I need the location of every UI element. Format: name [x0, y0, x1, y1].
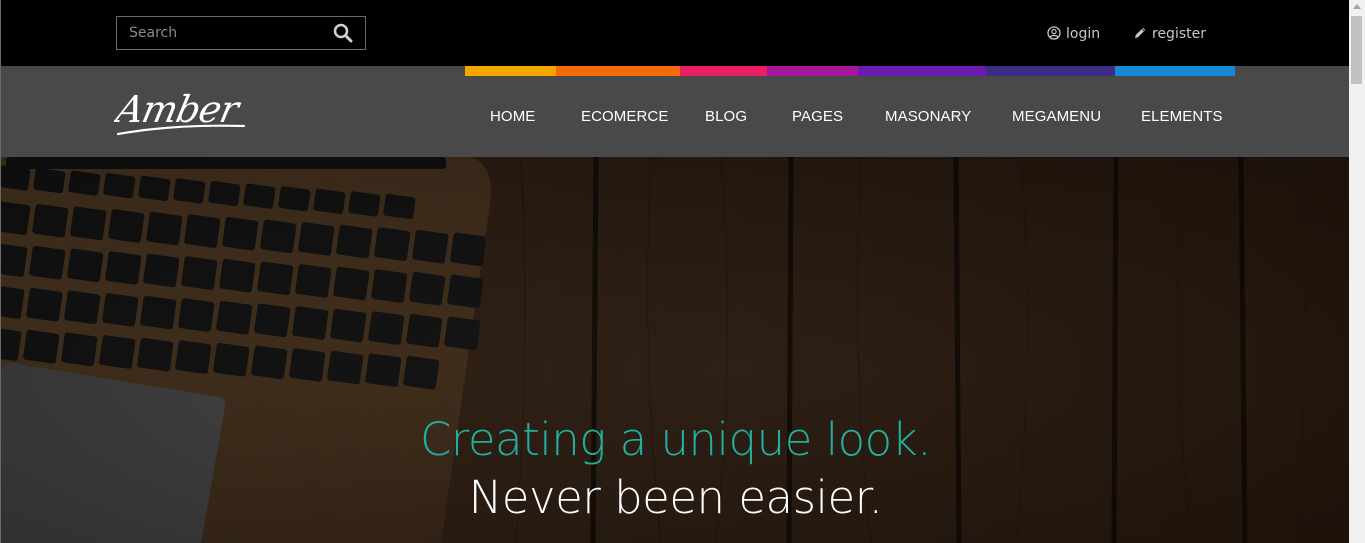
nav-item-megamenu[interactable]: MEGAMENU — [1012, 107, 1101, 127]
login-link[interactable]: login — [1047, 24, 1100, 44]
scroll-up-arrow[interactable] — [1353, 4, 1361, 9]
main-nav: Amber HOME ECOMERCE BLOG PAGES MASONARY … — [1, 66, 1349, 157]
search-icon — [333, 23, 353, 43]
login-label: login — [1066, 26, 1101, 42]
search-box — [116, 16, 366, 50]
nav-item-masonary[interactable]: MASONARY — [885, 107, 971, 127]
pencil-icon — [1135, 27, 1146, 38]
vertical-scrollbar[interactable] — [1349, 0, 1365, 543]
nav-color-strip — [465, 66, 1235, 76]
nav-item-elements[interactable]: ELEMENTS — [1141, 107, 1223, 127]
nav-item-blog[interactable]: BLOG — [705, 107, 747, 127]
nav-color-segment — [1115, 66, 1235, 76]
nav-color-segment — [858, 66, 986, 76]
nav-item-home[interactable]: HOME — [490, 107, 535, 127]
site-logo[interactable]: Amber — [109, 86, 250, 142]
register-link[interactable]: register — [1133, 24, 1206, 44]
top-bar: login register — [1, 0, 1349, 66]
nav-color-segment — [767, 66, 858, 76]
search-input[interactable] — [117, 17, 341, 49]
svg-text:Amber: Amber — [114, 87, 245, 131]
register-label: register — [1152, 26, 1206, 42]
nav-color-segment — [465, 66, 556, 76]
hero-headline-main: Never been easier. — [468, 471, 883, 524]
nav-item-ecomerce[interactable]: ECOMERCE — [581, 107, 668, 127]
nav-color-segment — [680, 66, 767, 76]
scroll-thumb[interactable] — [1351, 16, 1362, 84]
page: login register Amber HOME ECOMERCE BLOG … — [0, 0, 1349, 543]
hero-banner: Creating a unique look. Never been easie… — [1, 157, 1349, 543]
nav-item-pages[interactable]: PAGES — [792, 107, 843, 127]
user-circle-icon — [1047, 26, 1061, 40]
nav-color-segment — [986, 66, 1115, 76]
search-button[interactable] — [333, 23, 355, 45]
hero-headline-accent: Creating a unique look. — [419, 413, 932, 466]
logo-wordmark: Amber — [109, 87, 246, 136]
nav-color-segment — [556, 66, 680, 76]
